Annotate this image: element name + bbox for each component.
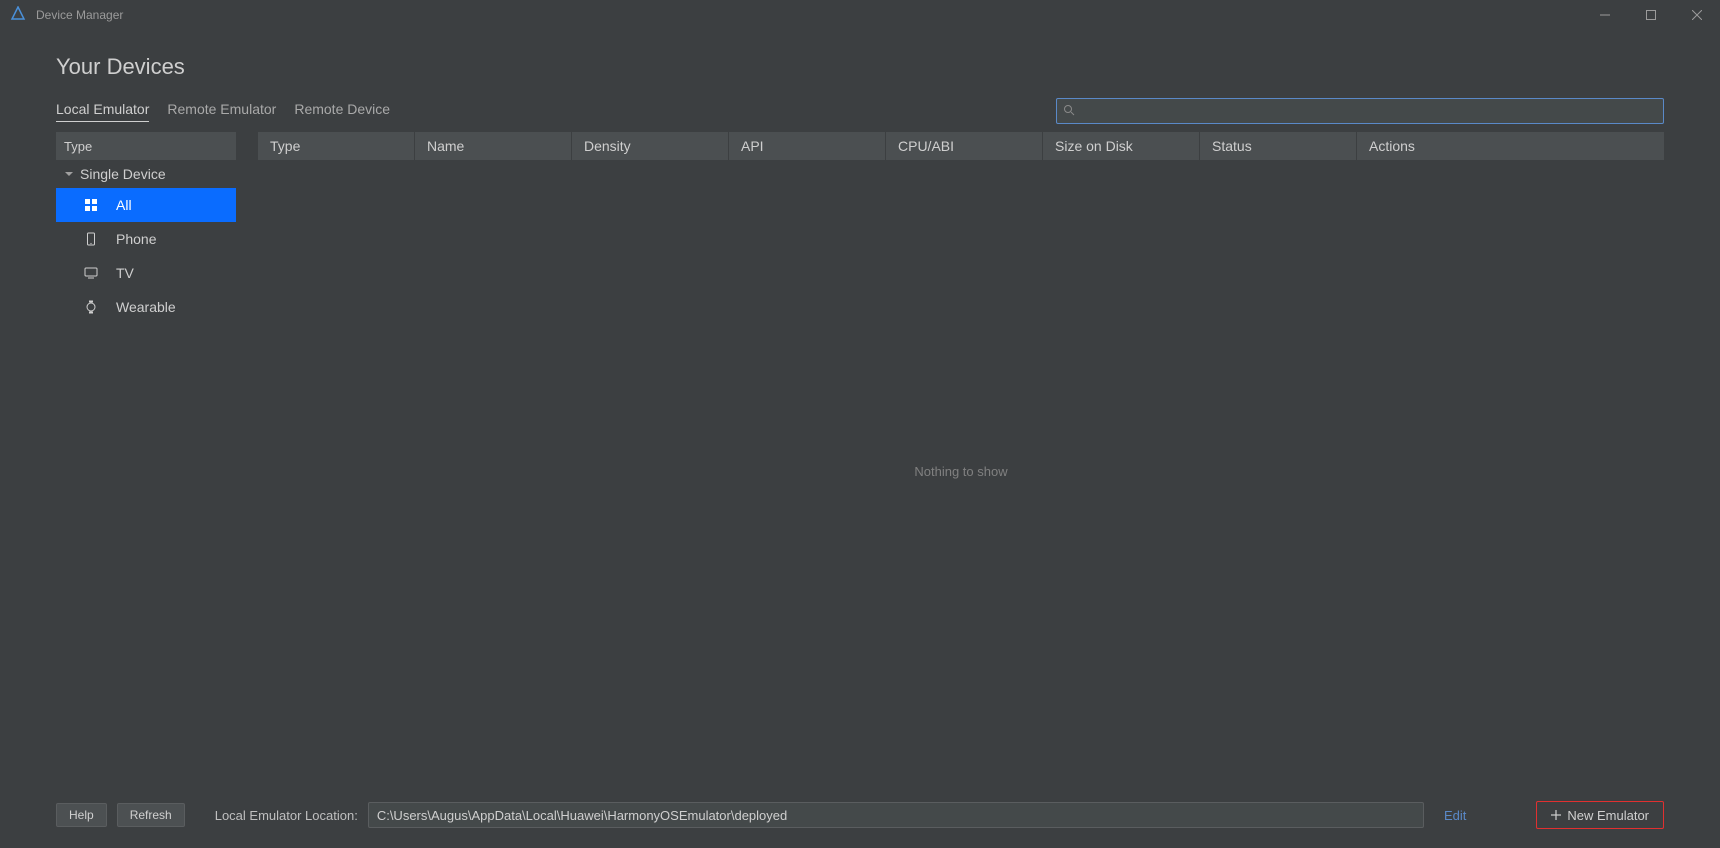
edit-link[interactable]: Edit bbox=[1434, 808, 1476, 823]
search-input[interactable] bbox=[1075, 104, 1657, 119]
titlebar: Device Manager bbox=[0, 0, 1720, 30]
sidebar-item-all[interactable]: All bbox=[56, 188, 236, 222]
tv-icon bbox=[82, 266, 100, 280]
col-cpu-abi[interactable]: CPU/ABI bbox=[886, 132, 1043, 160]
titlebar-left: Device Manager bbox=[10, 6, 123, 25]
col-actions[interactable]: Actions bbox=[1357, 132, 1664, 160]
app-logo-icon bbox=[10, 6, 26, 25]
sidebar-item-label: Phone bbox=[116, 231, 156, 247]
window-title: Device Manager bbox=[36, 8, 123, 22]
sidebar-header: Type bbox=[56, 132, 236, 160]
sidebar-item-tv[interactable]: TV bbox=[56, 256, 236, 290]
sidebar-item-label: All bbox=[116, 197, 132, 213]
tabs: Local Emulator Remote Emulator Remote De… bbox=[56, 101, 390, 122]
watch-icon bbox=[82, 300, 100, 314]
main-split: Type Single Device All bbox=[56, 132, 1664, 782]
new-emulator-label: New Emulator bbox=[1567, 808, 1649, 823]
col-density[interactable]: Density bbox=[572, 132, 729, 160]
tab-row: Local Emulator Remote Emulator Remote De… bbox=[56, 98, 1664, 124]
col-api[interactable]: API bbox=[729, 132, 886, 160]
sidebar: Type Single Device All bbox=[56, 132, 236, 782]
col-name[interactable]: Name bbox=[415, 132, 572, 160]
plus-icon bbox=[1551, 808, 1561, 823]
new-emulator-button[interactable]: New Emulator bbox=[1536, 801, 1664, 829]
tab-remote-emulator[interactable]: Remote Emulator bbox=[167, 101, 276, 122]
minimize-button[interactable] bbox=[1582, 0, 1628, 30]
footer: Help Refresh Local Emulator Location: Ed… bbox=[0, 782, 1720, 848]
search-icon bbox=[1063, 104, 1075, 119]
table-header: Type Name Density API CPU/ABI Size on Di… bbox=[258, 132, 1664, 160]
caret-down-icon bbox=[64, 166, 74, 182]
location-input[interactable] bbox=[368, 802, 1424, 828]
tree-group-label: Single Device bbox=[80, 166, 166, 182]
tree-group-single-device[interactable]: Single Device bbox=[56, 160, 236, 188]
page-title: Your Devices bbox=[56, 54, 1664, 80]
location-label: Local Emulator Location: bbox=[215, 808, 358, 823]
close-button[interactable] bbox=[1674, 0, 1720, 30]
table-empty-state: Nothing to show bbox=[258, 160, 1664, 782]
sidebar-item-label: Wearable bbox=[116, 299, 176, 315]
search-field[interactable] bbox=[1056, 98, 1664, 124]
page-body: Your Devices Local Emulator Remote Emula… bbox=[0, 30, 1720, 782]
window-controls bbox=[1582, 0, 1720, 30]
col-type[interactable]: Type bbox=[258, 132, 415, 160]
col-size[interactable]: Size on Disk bbox=[1043, 132, 1200, 160]
refresh-button[interactable]: Refresh bbox=[117, 803, 185, 827]
maximize-button[interactable] bbox=[1628, 0, 1674, 30]
col-status[interactable]: Status bbox=[1200, 132, 1357, 160]
device-table: Type Name Density API CPU/ABI Size on Di… bbox=[258, 132, 1664, 782]
tab-local-emulator[interactable]: Local Emulator bbox=[56, 101, 149, 122]
apps-icon bbox=[82, 198, 100, 212]
tab-remote-device[interactable]: Remote Device bbox=[294, 101, 390, 122]
phone-icon bbox=[82, 232, 100, 246]
sidebar-item-wearable[interactable]: Wearable bbox=[56, 290, 236, 324]
help-button[interactable]: Help bbox=[56, 803, 107, 827]
sidebar-item-phone[interactable]: Phone bbox=[56, 222, 236, 256]
sidebar-item-label: TV bbox=[116, 265, 134, 281]
